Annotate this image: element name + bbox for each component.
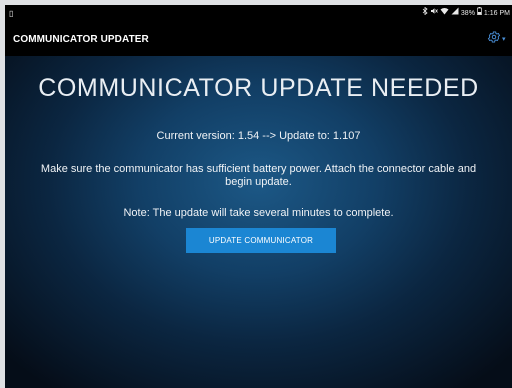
clock: 1:16 PM [483,10,510,17]
update-communicator-button[interactable]: UPDATE COMMUNICATOR [186,228,336,253]
notification-icon: ▯ [9,9,14,18]
mute-icon [430,5,438,23]
app-bar: COMMUNICATOR UPDATER ▾ [5,23,512,56]
battery-icon [477,5,482,23]
duration-note: Note: The update will take several minut… [123,207,394,219]
status-indicators: 38% 1:16 PM [422,5,510,23]
settings-button[interactable]: ▾ [487,30,509,48]
app-title: COMMUNICATOR UPDATER [13,34,149,45]
gear-icon [487,30,501,49]
instructions-text: Make sure the communicator has sufficien… [40,163,477,188]
status-bar: ▯ 38% 1:16 PM [5,5,512,23]
tablet-screen: ▯ 38% 1:16 PM COMMUNICATOR UPDATER ▾ COM… [5,5,512,388]
page-title: COMMUNICATOR UPDATE NEEDED [38,74,479,102]
update-panel: COMMUNICATOR UPDATE NEEDED Current versi… [5,56,512,388]
signal-icon [451,5,459,23]
chevron-down-icon: ▾ [502,35,506,43]
wifi-icon [440,5,449,23]
bluetooth-icon [422,5,428,23]
version-info: Current version: 1.54 --> Update to: 1.1… [156,130,361,142]
battery-percent: 38% [460,10,475,17]
